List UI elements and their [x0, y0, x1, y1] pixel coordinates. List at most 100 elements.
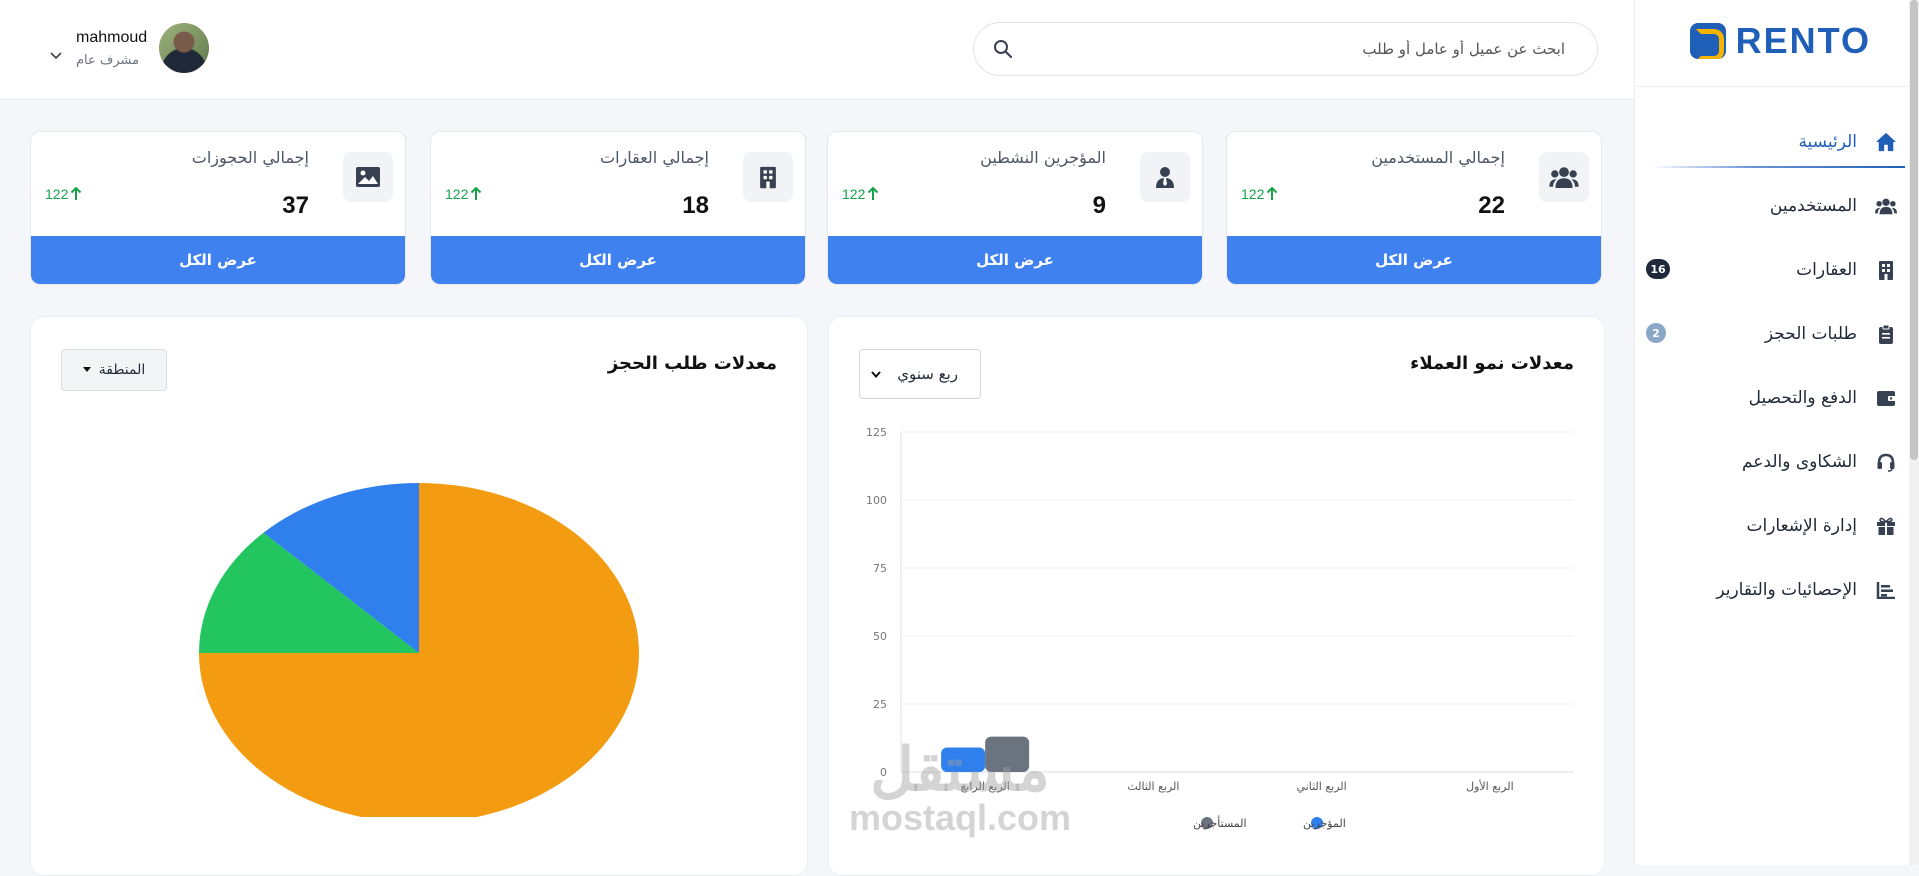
- panel-title: معدلات نمو العملاء: [1410, 353, 1574, 374]
- stat-card-total-bookings: إجمالي الحجوزات 37 122 عرض الكل: [30, 131, 406, 285]
- users-icon: [1875, 195, 1897, 217]
- view-all-bookings-button[interactable]: عرض الكل: [31, 236, 405, 284]
- user-info: mahmoud مشرف عام: [76, 29, 147, 68]
- sidebar-item-label: الشكاوى والدعم: [1741, 452, 1857, 472]
- stat-card-total-properties: إجمالي العقارات 18 122 عرض الكل: [430, 131, 806, 285]
- watermark-line2: mostaql.com: [848, 797, 1072, 838]
- user-menu[interactable]: mahmoud مشرف عام: [48, 22, 210, 74]
- stat-trend: 122: [445, 186, 482, 202]
- chevron-down-icon[interactable]: [48, 47, 64, 63]
- period-select[interactable]: ربع سنوي: [859, 349, 981, 399]
- sidebar-item-payments[interactable]: الدفع والتحصيل: [1634, 366, 1919, 430]
- building-icon: [743, 152, 793, 202]
- active-indicator: [1650, 166, 1905, 168]
- booking-rates-panel: معدلات طلب الحجز المنطقة طرابلسبنغازيالج…: [30, 316, 808, 876]
- search-input[interactable]: [1014, 39, 1567, 59]
- wallet-icon: [1875, 387, 1897, 409]
- home-icon: [1875, 131, 1897, 153]
- sidebar-item-reports[interactable]: الإحصائيات والتقارير: [1634, 558, 1919, 622]
- sidebar-item-support[interactable]: الشكاوى والدعم: [1634, 430, 1919, 494]
- stat-value: 18: [682, 192, 709, 219]
- period-select-value: ربع سنوي: [897, 365, 958, 383]
- sidebar-item-label: الإحصائيات والتقارير: [1716, 580, 1857, 600]
- gift-icon: [1875, 515, 1897, 537]
- y-tick-label: 100: [866, 494, 887, 507]
- trend-value: 122: [842, 186, 866, 202]
- trend-value: 122: [445, 186, 469, 202]
- stat-card-active-landlords: المؤجرين النشطين 9 122 عرض الكل: [827, 131, 1203, 285]
- watermark: مستقل mostaql.com: [845, 740, 1075, 836]
- arrow-up-icon: [71, 187, 82, 200]
- region-filter-label: المنطقة: [98, 362, 146, 378]
- arrow-up-icon: [1267, 187, 1278, 200]
- x-tick-label: الربع الثالث: [1127, 780, 1179, 793]
- stat-title: إجمالي الحجوزات: [191, 148, 309, 167]
- y-tick-label: 50: [873, 630, 887, 643]
- caret-down-icon: [82, 367, 91, 372]
- stat-value: 22: [1478, 192, 1505, 219]
- sidebar-nav: الرئيسية المستخدمين العقارات 16 طلبات ال…: [1634, 110, 1919, 622]
- legend-label: المستأجرين: [1193, 815, 1247, 830]
- logo-mark-icon: [1689, 23, 1726, 59]
- sidebar: RENTO الرئيسية المستخدمين العقارات 16 طل…: [1634, 0, 1919, 865]
- sidebar-item-notifications[interactable]: إدارة الإشعارات: [1634, 494, 1919, 558]
- stat-title: إجمالي العقارات: [600, 148, 709, 167]
- stat-title: إجمالي المستخدمين: [1371, 148, 1505, 167]
- stat-trend: 122: [842, 186, 879, 202]
- y-tick-label: 75: [873, 562, 887, 575]
- users-icon: [1539, 152, 1589, 202]
- legend-label: المؤجرين: [1303, 817, 1346, 830]
- sidebar-item-label: إدارة الإشعارات: [1746, 516, 1857, 536]
- y-tick-label: 125: [866, 426, 887, 439]
- chart-icon: [1875, 579, 1897, 601]
- arrow-up-icon: [868, 187, 879, 200]
- view-all-landlords-button[interactable]: عرض الكل: [828, 236, 1202, 284]
- search-icon[interactable]: [992, 38, 1014, 60]
- headset-icon: [1875, 451, 1897, 473]
- x-tick-label: الربع الثاني: [1297, 780, 1347, 793]
- properties-count-badge: 16: [1646, 259, 1670, 279]
- image-icon: [343, 152, 393, 202]
- sidebar-item-booking-requests[interactable]: طلبات الحجز 2: [1634, 302, 1919, 366]
- stat-title: المؤجرين النشطين: [980, 148, 1106, 167]
- user-name: mahmoud: [76, 28, 148, 46]
- trend-value: 122: [1241, 186, 1265, 202]
- sidebar-item-label: الدفع والتحصيل: [1748, 388, 1857, 408]
- trend-value: 122: [45, 186, 69, 202]
- top-header: mahmoud مشرف عام: [0, 0, 1634, 100]
- avatar[interactable]: [159, 23, 210, 73]
- user-role: مشرف عام: [76, 52, 140, 68]
- watermark-line1: مستقل: [870, 736, 1050, 803]
- chevron-down-icon: [871, 371, 881, 379]
- building-icon: [1875, 259, 1897, 281]
- stat-trend: 122: [1241, 186, 1278, 202]
- stat-value: 37: [282, 192, 309, 219]
- stat-value: 9: [1092, 192, 1106, 219]
- stat-trend: 122: [45, 186, 82, 202]
- sidebar-item-label: طلبات الحجز: [1764, 324, 1857, 344]
- arrow-up-icon: [471, 187, 482, 200]
- sidebar-item-users[interactable]: المستخدمين: [1634, 174, 1919, 238]
- brand-logo[interactable]: RENTO: [1689, 20, 1871, 62]
- sidebar-item-label: المستخدمين: [1769, 196, 1857, 216]
- panel-title: معدلات طلب الحجز: [607, 353, 777, 374]
- page-scrollbar[interactable]: [1909, 0, 1919, 865]
- stat-card-total-users: إجمالي المستخدمين 22 122 عرض الكل: [1226, 131, 1602, 285]
- scrollbar-thumb[interactable]: [1910, 0, 1918, 460]
- search-box: [973, 22, 1598, 76]
- brand-name: RENTO: [1735, 20, 1871, 61]
- sidebar-item-label: الرئيسية: [1798, 132, 1857, 152]
- sidebar-item-home[interactable]: الرئيسية: [1634, 110, 1919, 174]
- sidebar-divider: [1634, 86, 1919, 87]
- clipboard-icon: [1875, 323, 1897, 345]
- y-tick-label: 25: [873, 698, 887, 711]
- user-tie-icon: [1140, 152, 1190, 202]
- view-all-users-button[interactable]: عرض الكل: [1227, 236, 1601, 284]
- booking-requests-count-badge: 2: [1646, 323, 1666, 343]
- sidebar-item-label: العقارات: [1796, 260, 1857, 280]
- booking-rates-pie-chart: طرابلسبنغازيالجيزة: [199, 483, 639, 817]
- region-filter-dropdown[interactable]: المنطقة: [61, 349, 167, 391]
- x-tick-label: الربع الأول: [1466, 779, 1514, 793]
- sidebar-item-properties[interactable]: العقارات 16: [1634, 238, 1919, 302]
- view-all-properties-button[interactable]: عرض الكل: [431, 236, 805, 284]
